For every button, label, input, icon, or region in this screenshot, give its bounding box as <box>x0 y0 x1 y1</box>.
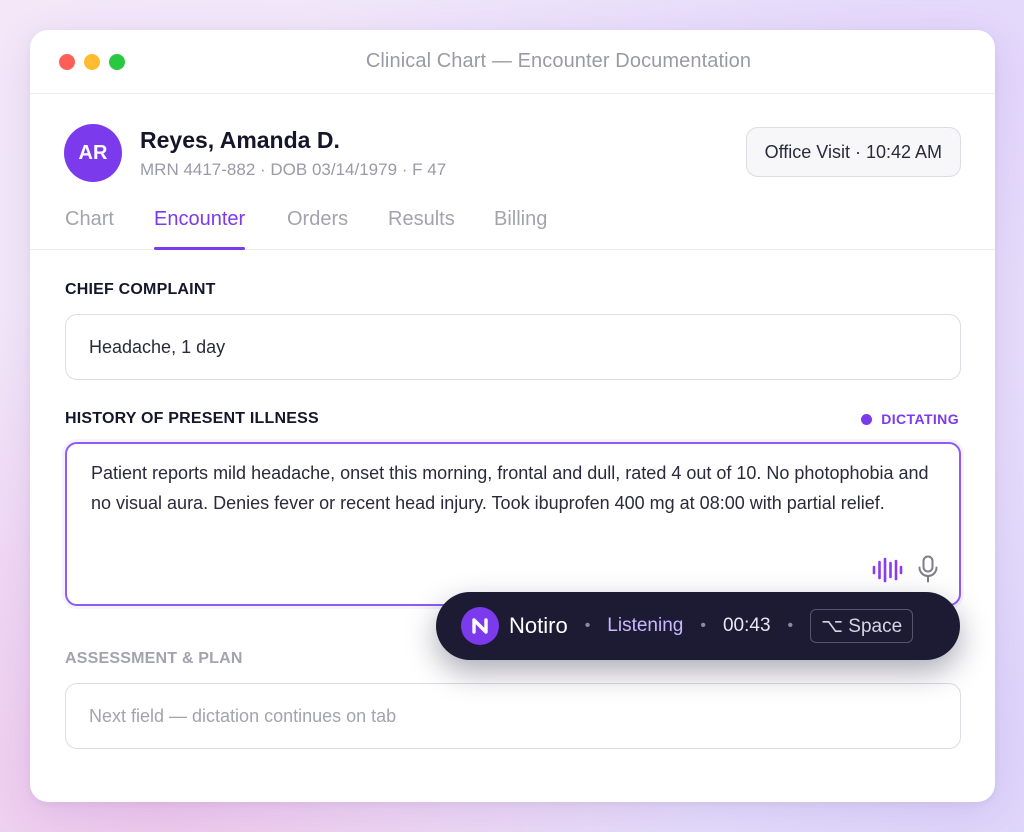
microphone-icon[interactable] <box>917 555 939 592</box>
recording-dot-icon <box>861 413 873 425</box>
patient-meta: MRN 4417-882 · DOB 03/14/1979 · F 47 <box>140 159 447 179</box>
patient-info: Reyes, Amanda D. MRN 4417-882 · DOB 03/1… <box>140 127 446 180</box>
hpi-text: Patient reports mild headache, onset thi… <box>91 463 929 513</box>
dictation-status: Listening <box>607 615 684 636</box>
tab-encounter[interactable]: Encounter <box>154 208 246 250</box>
separator-dot: • <box>584 617 591 634</box>
patient-name: Reyes, Amanda D. <box>140 126 340 153</box>
tab-bar: Chart Encounter Orders Results Billing <box>30 202 995 250</box>
shortcut-key[interactable]: ⌥ Space <box>810 609 914 643</box>
tab-results[interactable]: Results <box>388 208 455 250</box>
chief-complaint-value: Headache, 1 day <box>89 336 226 357</box>
dictation-bar[interactable]: Notiro • Listening • 00:43 • ⌥ Space <box>436 592 960 660</box>
tab-chart[interactable]: Chart <box>65 208 114 250</box>
waveform-icon <box>871 557 903 592</box>
hpi-label: HISTORY OF PRESENT ILLNESS <box>65 410 319 427</box>
dictation-brand: Notiro <box>509 613 568 638</box>
title-bar: Clinical Chart — Encounter Documentation <box>30 30 995 94</box>
assessment-placeholder: Next field — dictation continues on tab <box>89 705 397 726</box>
separator-dot: • <box>787 617 794 634</box>
hpi-field[interactable]: Patient reports mild headache, onset thi… <box>65 442 961 606</box>
patient-header: AR Reyes, Amanda D. MRN 4417-882 · DOB 0… <box>64 124 446 182</box>
notiro-logo-icon <box>461 607 499 645</box>
tab-orders[interactable]: Orders <box>287 208 348 250</box>
dictating-indicator: DICTATING <box>861 411 959 427</box>
dictating-status: DICTATING <box>881 411 959 427</box>
assessment-label: ASSESSMENT & PLAN <box>65 650 243 667</box>
chief-complaint-label: CHIEF COMPLAINT <box>65 281 216 298</box>
avatar: AR <box>64 124 122 182</box>
visit-chip[interactable]: Office Visit · 10:42 AM <box>745 127 961 177</box>
field-icons <box>871 555 939 592</box>
app-window: Clinical Chart — Encounter Documentation… <box>30 30 995 802</box>
chief-complaint-field[interactable]: Headache, 1 day <box>65 314 961 380</box>
assessment-field[interactable]: Next field — dictation continues on tab <box>65 683 961 749</box>
dictation-timer: 00:43 <box>722 615 771 636</box>
window-title: Clinical Chart — Encounter Documentation <box>365 50 752 72</box>
separator-dot: • <box>700 617 706 634</box>
tab-billing[interactable]: Billing <box>494 208 547 250</box>
